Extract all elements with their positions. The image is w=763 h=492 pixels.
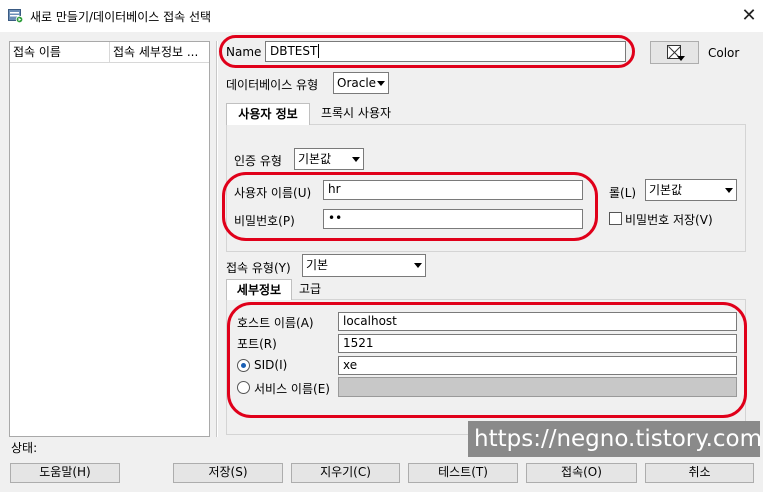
sid-radio[interactable] <box>237 359 250 372</box>
tab-proxy-user[interactable]: 프록시 사용자 <box>312 103 400 124</box>
service-name-radio[interactable] <box>237 381 250 394</box>
connect-button[interactable]: 접속(O) <box>526 463 637 483</box>
chevron-down-icon <box>377 81 385 86</box>
test-button[interactable]: 테스트(T) <box>408 463 518 483</box>
sql-developer-connection-icon <box>8 9 23 23</box>
color-label: Color <box>708 46 740 60</box>
db-type-select[interactable]: Oracle <box>333 72 389 94</box>
chevron-down-icon <box>725 188 733 193</box>
color-picker-button[interactable] <box>650 41 699 64</box>
connection-type-value: 기본 <box>306 258 329 272</box>
column-header-connection-name[interactable]: 접속 이름 <box>10 42 110 63</box>
save-password-checkbox[interactable] <box>609 212 622 225</box>
close-icon[interactable]: ✕ <box>736 3 762 29</box>
name-label: Name <box>226 45 262 59</box>
db-type-label: 데이터베이스 유형 <box>226 78 319 92</box>
role-value: 기본값 <box>649 183 683 197</box>
host-label: 호스트 이름(A) <box>237 316 314 330</box>
password-label: 비밀번호(P) <box>234 214 295 228</box>
role-label: 롤(L) <box>609 186 637 200</box>
name-input-value: DBTEST <box>270 44 318 58</box>
save-button[interactable]: 저장(S) <box>173 463 283 483</box>
panel-splitter[interactable] <box>216 41 218 437</box>
name-input[interactable]: DBTEST <box>265 41 626 62</box>
auth-type-label: 인증 유형 <box>234 154 282 168</box>
username-input[interactable]: hr <box>323 180 583 200</box>
save-password-label[interactable]: 비밀번호 저장(V) <box>625 211 713 228</box>
service-name-label[interactable]: 서비스 이름(E) <box>254 380 330 397</box>
auth-type-select[interactable]: 기본값 <box>294 148 364 170</box>
clear-button[interactable]: 지우기(C) <box>291 463 400 483</box>
chevron-down-icon <box>352 157 360 162</box>
window-title: 새로 만들기/데이터베이스 접속 선택 <box>30 10 212 24</box>
connection-type-select[interactable]: 기본 <box>302 254 426 277</box>
tab-advanced[interactable]: 고급 <box>294 279 326 300</box>
username-label: 사용자 이름(U) <box>234 186 312 200</box>
help-button[interactable]: 도움말(H) <box>10 463 120 483</box>
connection-type-label: 접속 유형(Y) <box>226 261 291 275</box>
tab-user-info[interactable]: 사용자 정보 <box>226 103 310 125</box>
password-input[interactable]: •• <box>323 209 583 229</box>
db-type-value: Oracle <box>337 76 377 90</box>
sid-input[interactable]: xe <box>338 356 737 375</box>
watermark: https://negno.tistory.com <box>468 421 762 457</box>
chevron-down-icon <box>414 263 422 268</box>
role-select[interactable]: 기본값 <box>645 179 737 201</box>
auth-type-value: 기본값 <box>298 152 332 166</box>
cancel-button[interactable]: 취소 <box>645 463 754 483</box>
connections-list[interactable]: 접속 이름 접속 세부정보 ... <box>9 41 210 437</box>
service-name-input <box>338 377 737 397</box>
sid-label[interactable]: SID(I) <box>254 358 287 372</box>
chevron-down-icon <box>677 56 685 61</box>
port-input[interactable]: 1521 <box>338 334 737 353</box>
host-input[interactable]: localhost <box>338 312 737 331</box>
column-header-connection-details[interactable]: 접속 세부정보 ... <box>110 42 209 63</box>
status-label: 상태: <box>11 441 38 455</box>
tab-details[interactable]: 세부정보 <box>226 279 292 300</box>
port-label: 포트(R) <box>237 337 277 351</box>
